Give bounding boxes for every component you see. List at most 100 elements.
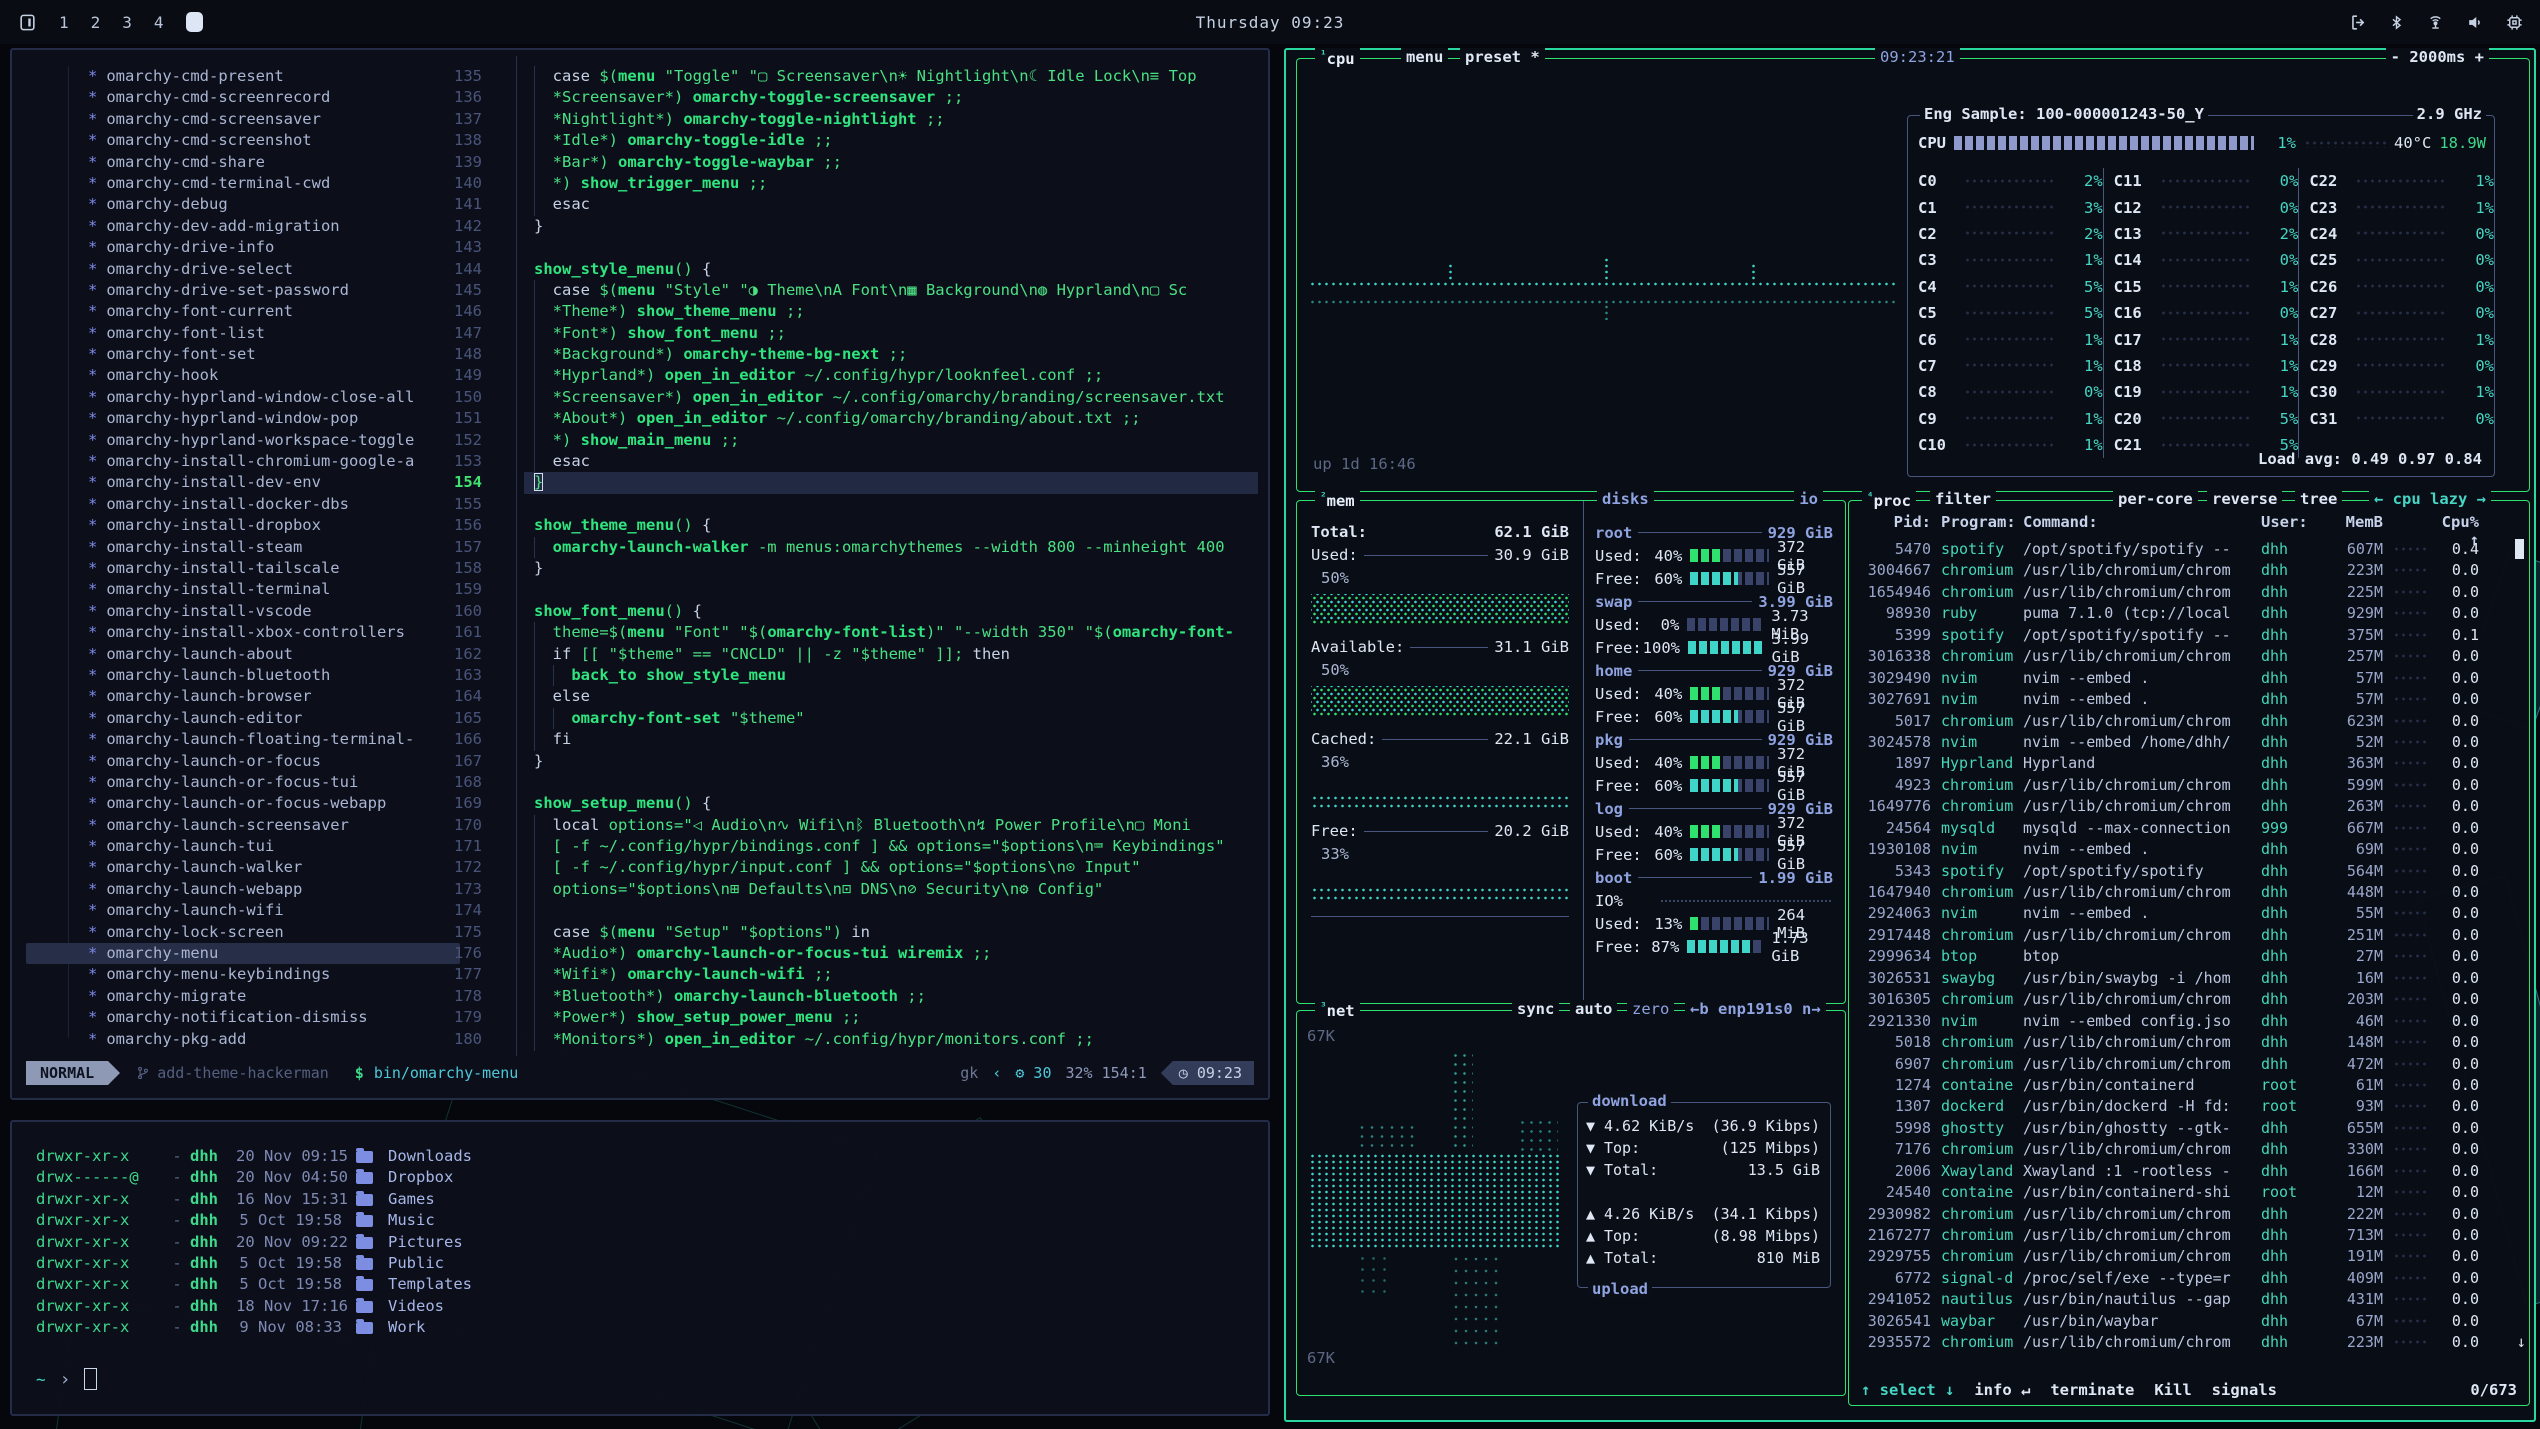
process-row[interactable]: 1649776chromium/usr/lib/chromium/chromdh… xyxy=(1857,796,2515,817)
process-row[interactable]: 2929755chromium/usr/lib/chromium/chromdh… xyxy=(1857,1246,2515,1267)
io-toggle[interactable]: io xyxy=(1794,490,1823,508)
net-zero-button[interactable]: zero xyxy=(1627,1000,1674,1018)
proc-filter-button[interactable]: filter xyxy=(1930,490,1996,508)
proc-reverse-button[interactable]: reverse xyxy=(2207,490,2282,508)
proc-percore-button[interactable]: per-core xyxy=(2113,490,2198,508)
process-row[interactable]: 3016338chromium/usr/lib/chromium/chromdh… xyxy=(1857,646,2515,667)
process-row[interactable]: 3024578nvimnvim --embed /home/dhh/dhh52M… xyxy=(1857,732,2515,753)
code-text: *Hyprland*) open_in_editor ~/.config/hyp… xyxy=(524,365,1258,386)
line-number: 154 xyxy=(392,472,482,493)
process-row[interactable]: 2924063nvimnvim --embed .dhh55M0.0 xyxy=(1857,903,2515,924)
disk-value: 1.73 GiB xyxy=(1771,929,1833,965)
workspace-button[interactable]: 4 xyxy=(154,13,164,32)
proc-program: chromium xyxy=(1931,711,2023,732)
process-row[interactable]: 2935572chromium/usr/lib/chromium/chromdh… xyxy=(1857,1332,2515,1353)
proc-sort-switcher[interactable]: ← cpu lazy → xyxy=(2369,490,2491,508)
file-name: omarchy-launch-or-focus-webapp xyxy=(106,793,386,814)
process-row[interactable]: 6772signal-d/proc/self/exe --type=rdhh40… xyxy=(1857,1268,2515,1289)
scroll-down-icon[interactable]: ↓ xyxy=(2517,1333,2526,1351)
process-row[interactable]: 24540containe/usr/bin/containerd-shiroot… xyxy=(1857,1182,2515,1203)
process-row[interactable]: 3027691nvimnvim --embed .dhh57M0.0 xyxy=(1857,689,2515,710)
chip-icon[interactable] xyxy=(2505,13,2524,32)
btop-preset-button[interactable]: preset * xyxy=(1460,48,1545,66)
process-row[interactable]: 4923chromium/usr/lib/chromium/chromdhh59… xyxy=(1857,775,2515,796)
update-interval-control[interactable]: - 2000ms + xyxy=(2386,48,2489,66)
proc-command: Xwayland :1 -rootless - xyxy=(2023,1161,2261,1182)
workspace-switcher: 1 2 3 4 xyxy=(18,12,203,32)
process-row[interactable]: 1654946chromium/usr/lib/chromium/chromdh… xyxy=(1857,582,2515,603)
file-marker: * xyxy=(88,259,97,280)
process-row[interactable]: 6907chromium/usr/lib/chromium/chromdhh47… xyxy=(1857,1054,2515,1075)
process-row[interactable]: 1930108nvimnvim --embed .dhh69M0.0 xyxy=(1857,839,2515,860)
process-row[interactable]: 2999634btopbtopdhh27M0.0 xyxy=(1857,946,2515,967)
proc-tree-button[interactable]: tree xyxy=(2295,490,2342,508)
kill-key[interactable]: Kill xyxy=(2154,1381,2191,1399)
core-pct: 0% xyxy=(2454,410,2494,428)
select-keys[interactable]: ↑ select ↓ xyxy=(1861,1381,1954,1399)
process-row[interactable]: 3026541waybar/usr/bin/waybardhh67M0.0 xyxy=(1857,1311,2515,1332)
process-row[interactable]: 5399spotify/opt/spotify/spotify --dhh375… xyxy=(1857,625,2515,646)
disk-row: boot1.99 GiB xyxy=(1595,866,1833,889)
workspace-active-indicator[interactable] xyxy=(186,12,203,32)
process-row[interactable]: 1307dockerd/usr/bin/dockerd -H fd:root93… xyxy=(1857,1096,2515,1117)
process-row[interactable]: 5998ghostty/usr/bin/ghostty --gtk-dhh655… xyxy=(1857,1118,2515,1139)
core-row: C02% xyxy=(1918,168,2103,194)
process-row[interactable]: 1274containe/usr/bin/containerdroot61M0.… xyxy=(1857,1075,2515,1096)
file-name: omarchy-debug xyxy=(106,194,227,215)
net-sync-button[interactable]: sync xyxy=(1512,1000,1559,1018)
proc-user: dhh xyxy=(2261,861,2319,882)
process-row[interactable]: 2921330nvimnvim --embed config.jsodhh46M… xyxy=(1857,1011,2515,1032)
process-row[interactable]: 2006XwaylandXwayland :1 -rootless -dhh16… xyxy=(1857,1161,2515,1182)
net-stat-value: (8.98 Mibps) xyxy=(1640,1225,1820,1247)
net-auto-button[interactable]: auto xyxy=(1570,1000,1617,1018)
process-row[interactable]: 3004667chromium/usr/lib/chromium/chromdh… xyxy=(1857,560,2515,581)
bluetooth-icon[interactable] xyxy=(2388,13,2405,32)
logout-icon[interactable] xyxy=(2349,13,2368,32)
proc-program: waybar xyxy=(1931,1311,2023,1332)
process-row[interactable]: 1897HyprlandHyprlanddhh363M0.0 xyxy=(1857,753,2515,774)
volume-icon[interactable] xyxy=(2466,13,2485,32)
proc-scrollbar[interactable] xyxy=(2515,539,2524,559)
process-row[interactable]: 5018chromium/usr/lib/chromium/chromdhh14… xyxy=(1857,1032,2515,1053)
proc-user: dhh xyxy=(2261,1161,2319,1182)
proc-program: Hyprland xyxy=(1931,753,2023,774)
proc-cpu-meter xyxy=(2393,932,2429,939)
workspace-button[interactable]: 1 xyxy=(59,13,69,32)
signals-key[interactable]: signals xyxy=(2212,1381,2277,1399)
process-row[interactable]: 2930982chromium/usr/lib/chromium/chromdh… xyxy=(1857,1204,2515,1225)
process-row[interactable]: 5017chromium/usr/lib/chromium/chromdhh62… xyxy=(1857,711,2515,732)
terminate-key[interactable]: terminate xyxy=(2050,1381,2134,1399)
process-row[interactable]: 3016305chromium/usr/lib/chromium/chromdh… xyxy=(1857,989,2515,1010)
info-key[interactable]: info ↵ xyxy=(1974,1381,2030,1399)
workspace-button[interactable]: 2 xyxy=(91,13,101,32)
workspace-button[interactable]: 3 xyxy=(122,13,132,32)
process-row[interactable]: 5343spotify/opt/spotify/spotifydhh564M0.… xyxy=(1857,861,2515,882)
process-row[interactable]: 1647940chromium/usr/lib/chromium/chromdh… xyxy=(1857,882,2515,903)
process-row[interactable]: 98930rubypuma 7.1.0 (tcp://localdhh929M0… xyxy=(1857,603,2515,624)
process-row[interactable]: 24564mysqldmysqld --max-connection999667… xyxy=(1857,818,2515,839)
file-name: omarchy-launch-tui xyxy=(106,836,274,857)
core-id: C19 xyxy=(2114,383,2154,401)
process-row[interactable]: 3026531swaybg/usr/bin/swaybg -i /homdhh1… xyxy=(1857,968,2515,989)
file-marker: * xyxy=(88,301,97,322)
app-launcher-icon[interactable] xyxy=(18,13,37,32)
process-row[interactable]: 2941052nautilus/usr/bin/nautilus --gapdh… xyxy=(1857,1289,2515,1310)
network-icon[interactable] xyxy=(2425,13,2446,32)
process-row[interactable]: 2167277chromium/usr/lib/chromium/chromdh… xyxy=(1857,1225,2515,1246)
code-text: *About*) open_in_editor ~/.config/omarch… xyxy=(524,408,1258,429)
proc-program: nvim xyxy=(1931,1011,2023,1032)
core-row: C270% xyxy=(2309,300,2494,326)
process-row[interactable]: 5470spotify/opt/spotify/spotify --dhh607… xyxy=(1857,539,2515,560)
disks-box-title[interactable]: disks xyxy=(1597,490,1654,508)
proc-pid: 5018 xyxy=(1857,1032,1931,1053)
process-row[interactable]: 3029490nvimnvim --embed .dhh57M0.0 xyxy=(1857,668,2515,689)
shell-prompt[interactable]: ~ › xyxy=(36,1368,97,1390)
code-editor[interactable]: 135 case $(menu "Toggle" "▢ Screensaver\… xyxy=(392,66,1258,1050)
process-row[interactable]: 7176chromium/usr/lib/chromium/chromdhh33… xyxy=(1857,1139,2515,1160)
permissions: drwx------@ xyxy=(36,1167,164,1188)
net-interface-switcher[interactable]: ←b enp191s0 n→ xyxy=(1685,1000,1826,1018)
process-row[interactable]: 2917448chromium/usr/lib/chromium/chromdh… xyxy=(1857,925,2515,946)
file-marker: * xyxy=(88,387,97,408)
disk-meter xyxy=(1690,756,1769,769)
btop-menu-button[interactable]: menu xyxy=(1401,48,1448,66)
